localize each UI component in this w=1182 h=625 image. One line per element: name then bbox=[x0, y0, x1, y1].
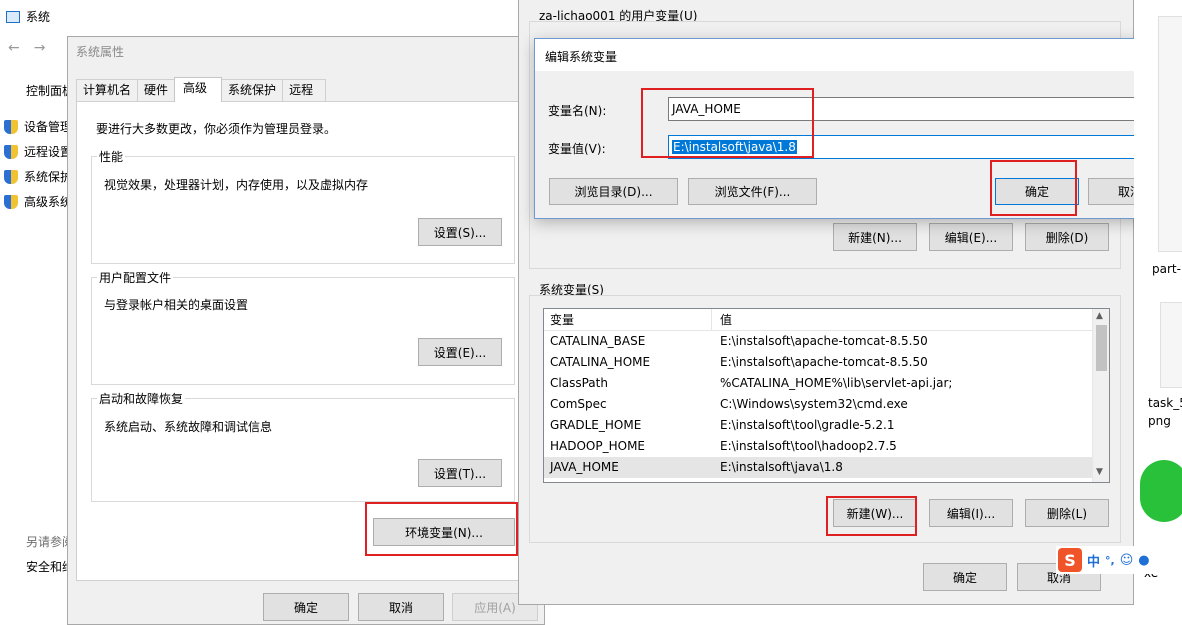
edit-ok-button[interactable]: 确定 bbox=[995, 178, 1079, 205]
system-properties-dialog: 系统属性 计算机名 硬件 高级 系统保护 远程 要进行大多数更改，你必须作为管理… bbox=[67, 36, 545, 625]
desktop-image-thumbnail[interactable] bbox=[1160, 302, 1182, 388]
dialog-title: 系统属性 bbox=[76, 45, 125, 59]
wechat-icon[interactable] bbox=[1140, 460, 1182, 522]
shield-icon bbox=[4, 144, 18, 159]
emoji-icon[interactable]: ☺ bbox=[1120, 553, 1134, 568]
user-profile-desc: 与登录帐户相关的桌面设置 bbox=[104, 298, 249, 312]
performance-desc: 视觉效果，处理器计划，内存使用，以及虚拟内存 bbox=[104, 178, 369, 192]
variable-value-label: 变量值(V): bbox=[548, 142, 606, 156]
column-header-variable[interactable]: 变量 bbox=[544, 309, 712, 330]
startup-settings-button[interactable]: 设置(T)... bbox=[418, 459, 502, 487]
performance-settings-button[interactable]: 设置(S)... bbox=[418, 218, 502, 246]
list-header: 变量 值 bbox=[544, 309, 1109, 331]
system-edit-button[interactable]: 编辑(I)... bbox=[929, 499, 1013, 527]
tab-computer-name[interactable]: 计算机名 bbox=[76, 79, 139, 101]
edit-dialog-title: 编辑系统变量 bbox=[545, 50, 618, 64]
tab-hardware[interactable]: 硬件 bbox=[137, 79, 176, 101]
tab-bar: 计算机名 硬件 高级 系统保护 远程 bbox=[76, 77, 327, 102]
scroll-thumb[interactable] bbox=[1096, 325, 1107, 371]
system-delete-button[interactable]: 删除(L) bbox=[1025, 499, 1109, 527]
nav-arrows[interactable]: ←→ bbox=[8, 40, 59, 56]
user-new-button[interactable]: 新建(N)... bbox=[833, 223, 917, 251]
sidebar-link-protection[interactable]: 系统保护 bbox=[4, 168, 72, 185]
system-window-title: 系统 bbox=[6, 8, 50, 25]
variable-name-input[interactable]: JAVA_HOME bbox=[668, 97, 1174, 121]
user-profile-label: 用户配置文件 bbox=[97, 269, 174, 286]
user-edit-button[interactable]: 编辑(E)... bbox=[929, 223, 1013, 251]
variable-name-label: 变量名(N): bbox=[548, 104, 607, 118]
desktop-file-ext: png bbox=[1148, 414, 1171, 428]
performance-group bbox=[91, 156, 515, 264]
system-new-button[interactable]: 新建(W)... bbox=[833, 499, 917, 527]
edit-system-variable-dialog: 编辑系统变量 ✕ 变量名(N): JAVA_HOME 变量值(V): E:\in… bbox=[534, 38, 1182, 219]
list-scrollbar[interactable]: ▲ ▼ bbox=[1092, 309, 1109, 482]
startup-label: 启动和故障恢复 bbox=[97, 390, 186, 407]
desktop-file-thumbnail[interactable] bbox=[1158, 16, 1182, 252]
scroll-up-icon[interactable]: ▲ bbox=[1096, 311, 1103, 321]
sidebar-link-device-manager[interactable]: 设备管理 bbox=[4, 118, 72, 135]
user-delete-button[interactable]: 删除(D) bbox=[1025, 223, 1109, 251]
column-header-value[interactable]: 值 bbox=[712, 309, 732, 330]
props-ok-button[interactable]: 确定 bbox=[263, 593, 349, 621]
scroll-down-icon[interactable]: ▼ bbox=[1096, 467, 1103, 477]
table-row-selected[interactable]: JAVA_HOME E:\instalsoft\java\1.8 bbox=[544, 457, 1109, 478]
system-vars-list: 变量 值 CATALINA_BASE E:\instalsoft\apache-… bbox=[543, 308, 1110, 483]
table-row[interactable]: HADOOP_HOME E:\instalsoft\tool\hadoop2.7… bbox=[544, 436, 1109, 457]
sidebar-link-advanced[interactable]: 高级系统 bbox=[4, 193, 72, 210]
admin-note: 要进行大多数更改，你必须作为管理员登录。 bbox=[96, 122, 337, 136]
performance-label: 性能 bbox=[97, 148, 126, 165]
user-profile-group bbox=[91, 277, 515, 385]
ime-punctuation[interactable]: °, bbox=[1105, 554, 1115, 567]
table-row[interactable]: CATALINA_BASE E:\instalsoft\apache-tomca… bbox=[544, 331, 1109, 352]
table-row[interactable]: ClassPath %CATALINA_HOME%\lib\servlet-ap… bbox=[544, 373, 1109, 394]
props-cancel-button[interactable]: 取消 bbox=[358, 593, 444, 621]
env-ok-button[interactable]: 确定 bbox=[923, 563, 1007, 591]
tab-system-protection[interactable]: 系统保护 bbox=[221, 79, 284, 101]
tab-advanced[interactable]: 高级 bbox=[174, 77, 223, 102]
user-profile-settings-button[interactable]: 设置(E)... bbox=[418, 338, 502, 366]
shield-icon bbox=[4, 119, 18, 134]
browse-file-button[interactable]: 浏览文件(F)... bbox=[688, 178, 817, 205]
advanced-tab-panel: 要进行大多数更改，你必须作为管理员登录。 性能 视觉效果，处理器计划，内存使用，… bbox=[76, 101, 536, 581]
computer-icon bbox=[6, 10, 20, 23]
browse-directory-button[interactable]: 浏览目录(D)... bbox=[549, 178, 678, 205]
table-row[interactable]: ComSpec C:\Windows\system32\cmd.exe bbox=[544, 394, 1109, 415]
startup-desc: 系统启动、系统故障和调试信息 bbox=[104, 420, 273, 434]
microphone-icon[interactable]: ● bbox=[1138, 553, 1149, 568]
desktop-file-label: task_5 bbox=[1148, 396, 1182, 410]
sogou-logo-icon[interactable]: S bbox=[1058, 548, 1082, 572]
table-row[interactable]: CATALINA_HOME E:\instalsoft\apache-tomca… bbox=[544, 352, 1109, 373]
ime-toolbar[interactable]: S 中 °, ☺ ● bbox=[1056, 546, 1182, 574]
table-row[interactable]: GRADLE_HOME E:\instalsoft\tool\gradle-5.… bbox=[544, 415, 1109, 436]
variable-value-selection: E:\instalsoft\java\1.8 bbox=[672, 140, 797, 154]
desktop-strip: part- task_5 png xe bbox=[1134, 0, 1182, 625]
variable-value-input[interactable]: E:\instalsoft\java\1.8 bbox=[668, 135, 1174, 159]
ime-mode-chinese[interactable]: 中 bbox=[1087, 551, 1100, 570]
sidebar-link-remote[interactable]: 远程设置 bbox=[4, 143, 72, 160]
shield-icon bbox=[4, 194, 18, 209]
desktop-file-label: part- bbox=[1152, 262, 1181, 276]
tab-remote[interactable]: 远程 bbox=[282, 79, 327, 101]
edit-dialog-titlebar: 编辑系统变量 ✕ bbox=[535, 39, 1181, 71]
environment-variables-button[interactable]: 环境变量(N)... bbox=[373, 518, 515, 546]
shield-icon bbox=[4, 169, 18, 184]
